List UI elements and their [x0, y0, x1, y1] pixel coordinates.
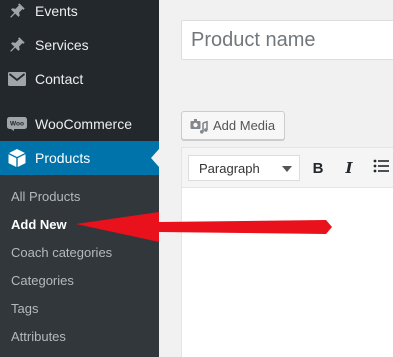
- italic-button[interactable]: I: [337, 156, 361, 180]
- envelope-icon: [7, 69, 27, 89]
- admin-sidebar: Events Services Contact Woo WooCommerce …: [0, 0, 159, 357]
- menu-separator: [0, 98, 159, 107]
- submenu-item-attributes[interactable]: Attributes: [11, 329, 66, 344]
- cube-icon: [7, 148, 27, 168]
- submenu-item-tags[interactable]: Tags: [11, 301, 38, 316]
- pin-icon: [7, 35, 27, 55]
- bold-button[interactable]: B: [306, 156, 330, 180]
- sidebar-item-services[interactable]: Services: [0, 28, 159, 62]
- chevron-down-icon: [282, 166, 292, 172]
- product-name-input[interactable]: [181, 20, 393, 60]
- format-select[interactable]: Paragraph: [188, 155, 300, 181]
- products-submenu: All Products Add New Coach categories Ca…: [0, 175, 159, 357]
- bulleted-list-button[interactable]: [369, 156, 393, 180]
- sidebar-item-contact[interactable]: Contact: [0, 62, 159, 96]
- submenu-item-all-products[interactable]: All Products: [11, 189, 80, 204]
- add-media-button[interactable]: Add Media: [181, 111, 285, 140]
- main-content: Add Media Paragraph B I: [159, 0, 393, 357]
- content-editor[interactable]: Paragraph B I: [181, 147, 393, 357]
- sidebar-item-label: Contact: [35, 71, 84, 87]
- sidebar-item-label: Products: [35, 150, 91, 166]
- media-icon: [190, 118, 208, 135]
- format-select-value: Paragraph: [199, 160, 260, 176]
- editor-toolbar: Paragraph B I: [182, 148, 393, 188]
- add-media-label: Add Media: [213, 118, 276, 133]
- svg-text:Woo: Woo: [10, 121, 24, 128]
- bulleted-list-icon: [373, 159, 389, 177]
- submenu-item-add-new[interactable]: Add New: [11, 217, 67, 232]
- submenu-item-categories[interactable]: Categories: [11, 273, 74, 288]
- active-menu-pointer: [151, 149, 159, 167]
- pin-icon: [7, 1, 27, 21]
- submenu-item-coach-categories[interactable]: Coach categories: [11, 245, 112, 260]
- sidebar-item-products[interactable]: Products: [0, 141, 159, 175]
- sidebar-item-label: WooCommerce: [35, 116, 132, 132]
- woocommerce-icon: Woo: [7, 114, 27, 134]
- sidebar-item-woocommerce[interactable]: Woo WooCommerce: [0, 107, 159, 141]
- sidebar-item-events[interactable]: Events: [0, 0, 159, 28]
- sidebar-item-label: Services: [35, 37, 89, 53]
- sidebar-item-label: Events: [35, 3, 78, 19]
